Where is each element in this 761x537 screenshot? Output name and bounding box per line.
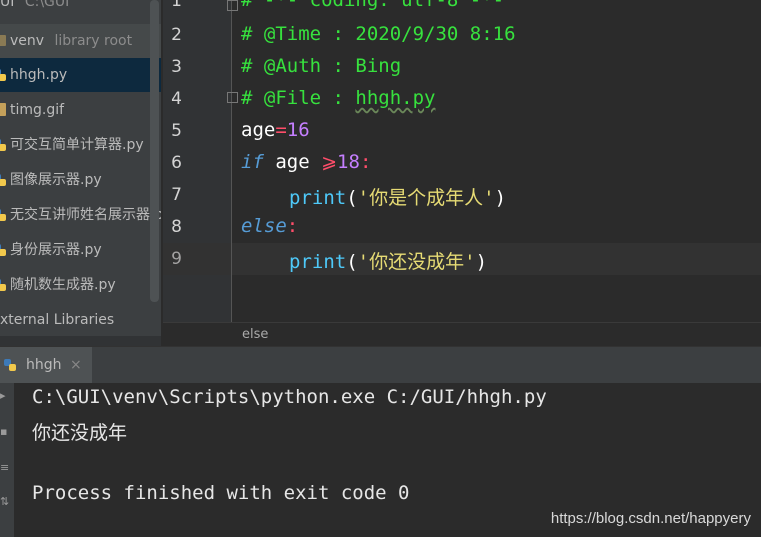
code-line-8: else: [241,215,298,237]
code-quote: ' [464,251,476,273]
root-path: C:\GUI [24,0,70,10]
editor-gutter[interactable] [163,0,231,346]
close-icon[interactable]: × [70,357,82,373]
code-paren: ) [494,187,507,209]
fold-icon[interactable] [227,92,238,103]
breadcrumb-item[interactable]: else [242,327,268,342]
tree-item-label: 无交互讲师姓名展示器.p [10,207,161,223]
code-function: print [289,251,347,273]
scroll-end-icon[interactable]: ≡ [0,461,10,475]
code-operator: = [275,119,287,141]
tree-item-lecturer-viewer[interactable]: 无交互讲师姓名展示器.p [0,198,161,232]
python-file-icon [0,244,6,256]
code-line-6: if age ⩾18: [241,151,371,173]
line-number: 2 [171,25,182,45]
tree-item-calculator[interactable]: 可交互简单计算器.py [0,128,161,162]
line-number: 3 [171,57,182,77]
console-line-output: 你还没成年 [32,422,128,444]
code-line-2: # @Time : 2020/9/30 8:16 [241,23,516,45]
comment-prefix: # @File : [241,87,356,109]
python-file-icon [0,139,6,151]
run-tab-label: hhgh [26,357,62,373]
code-quote: ' [357,251,370,273]
run-tab[interactable]: hhgh × [0,347,92,384]
tree-scrollbar[interactable] [150,0,159,302]
line-number: 9 [171,249,182,269]
run-toolbar: ▸ ▪ ≡ ⇅ [0,383,14,537]
tree-item-timg[interactable]: timg.gif [0,93,161,127]
code-paren: ( [346,251,358,273]
code-identifier: age [241,119,276,141]
code-function: print [289,187,347,209]
tree-hscroll-area[interactable] [0,336,161,346]
soft-wrap-icon[interactable]: ⇅ [0,495,10,509]
tree-item-label: 图像展示器.py [10,172,102,188]
breadcrumb[interactable]: else [163,322,761,347]
console-line-command: C:\GUI\venv\Scripts\python.exe C:/GUI/hh… [32,386,547,408]
code-colon: : [286,215,299,237]
code-number: 18 [337,151,360,173]
line-number: 8 [171,217,182,237]
library-root-note: library root [54,33,133,49]
tree-item-label: 身份展示器.py [10,242,102,258]
code-keyword: if [241,151,264,173]
run-panel-header: hhgh × [0,346,761,384]
code-paren: ( [346,187,358,209]
folder-icon [0,35,6,46]
root-name: UI [0,0,15,10]
tree-item-label: xternal Libraries [0,312,115,328]
python-file-icon [0,279,6,291]
code-quote: ' [483,187,495,209]
image-file-icon [0,103,6,116]
tree-item-random-generator[interactable]: 随机数生成器.py [0,268,161,302]
tree-item-label: 可交互简单计算器.py [10,137,144,153]
tree-item-identity-viewer[interactable]: 身份展示器.py [0,233,161,267]
code-line-9: print('你还没成年') [289,247,487,274]
line-number: 6 [171,153,182,173]
project-tree: UI C:\GUI venv library root hhgh.py timg… [0,0,161,346]
line-number: 1 [171,0,182,11]
code-string: 你是个成年人 [369,187,484,209]
python-file-icon [0,209,6,221]
stop-icon[interactable]: ▪ [0,425,10,439]
code-identifier: age [275,151,310,173]
console-line-exit: Process finished with exit code 0 [32,482,410,504]
gutter-divider [231,0,232,322]
code-paren: ) [475,251,488,273]
code-line-3: # @Auth : Bing [241,55,402,77]
tree-item-external-libraries[interactable]: xternal Libraries [0,303,161,337]
tree-item-label: venv [10,33,45,49]
code-quote: ' [357,187,370,209]
code-operator: ⩾ [321,151,338,173]
tree-item-hhgh[interactable]: hhgh.py [0,58,161,92]
tree-item-label: hhgh.py [10,67,68,83]
code-keyword: else [241,215,287,237]
tree-item-venv[interactable]: venv library root [0,24,161,58]
code-line-4: # @File : hhgh.py [241,87,435,109]
tree-item-label: timg.gif [10,102,65,118]
watermark-text: https://blog.csdn.net/happyery [550,510,751,527]
comment-filename: hhgh.py [355,87,436,109]
line-number: 5 [171,121,182,141]
code-line-1: # -*- coding: utf-8 -*- [241,0,505,11]
code-line-5: age=16 [241,119,310,141]
code-number: 16 [286,119,310,141]
code-line-7: print('你是个成年人') [289,183,506,210]
fold-icon[interactable] [227,0,238,11]
python-run-icon [4,359,16,371]
tree-item-label: 随机数生成器.py [10,277,116,293]
code-colon: : [359,151,372,173]
python-file-icon [0,69,6,81]
tree-item-image-viewer[interactable]: 图像展示器.py [0,163,161,197]
code-string: 你还没成年 [369,251,465,273]
line-number: 7 [171,185,182,205]
python-file-icon [0,174,6,186]
rerun-icon[interactable]: ▸ [0,389,10,403]
line-number: 4 [171,89,182,109]
tree-root-row[interactable]: UI C:\GUI [0,0,161,16]
